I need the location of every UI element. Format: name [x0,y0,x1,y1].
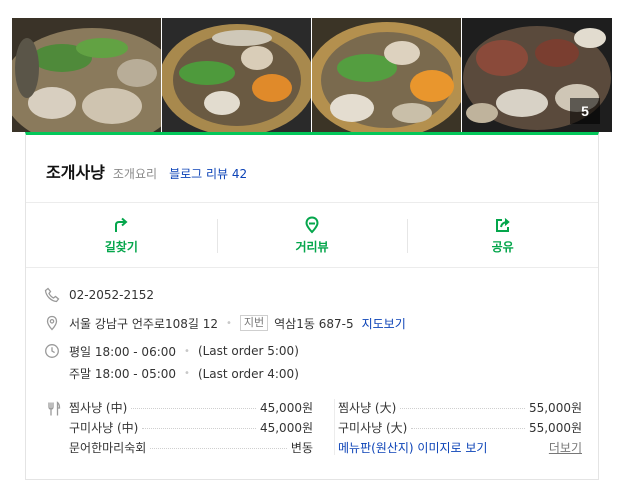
photo-3[interactable] [312,18,462,132]
menu-leader [131,407,256,409]
weekday-last-order: (Last order 5:00) [197,344,299,358]
menu-links-row: 메뉴판(원산지) 이미지로 보기 더보기 [338,437,582,457]
menu-item-name: 문어한마리숙회 [69,438,151,456]
menu-board-image-link[interactable]: 메뉴판(원산지) 이미지로 보기 [338,439,487,456]
weekend-hours: 주말 18:00 - 05:00 [69,367,177,381]
road-address: 서울 강남구 언주로108길 12 [69,316,218,331]
photo-strip: 5 [12,18,612,132]
place-card: 조개사냥 조개요리 블로그 리뷰 42 길찾기 거리뷰 공유 02-2052-2… [25,132,599,480]
more-menu-link[interactable]: 더보기 [549,439,582,456]
place-name[interactable]: 조개사냥 [46,159,105,183]
menu-leader [142,427,256,429]
phone-icon [42,285,62,305]
directions-icon [115,217,128,232]
menu-column-divider [334,399,335,455]
clock-icon [42,341,62,361]
photo-count-badge[interactable]: 5 [570,98,600,124]
menu-item: 문어한마리숙회 변동 [69,437,313,457]
menu-item-name: 구미사냥 (中) [69,418,143,436]
menu-item: 구미사냥 (大) 55,000원 [338,417,582,437]
separator-dot: • [184,368,190,379]
menu-item: 찜사냥 (中) 45,000원 [69,397,313,417]
food-photo-shellfish-pot [312,18,461,132]
phone-number[interactable]: 02-2052-2152 [69,288,154,302]
menu-leader [411,427,525,429]
share-button[interactable]: 공유 [407,203,598,267]
share-label: 공유 [491,239,514,254]
address-row: 서울 강남구 언주로108길 12 • 지번 역삼1동 687-5 지도보기 [42,313,406,333]
map-link[interactable]: 지도보기 [362,315,406,332]
menu-item: 찜사냥 (大) 55,000원 [338,397,582,417]
menu-item-price: 45,000원 [255,418,313,436]
share-icon [495,217,510,232]
title-row: 조개사냥 조개요리 블로그 리뷰 42 [46,159,247,183]
location-pin-icon [42,313,62,333]
blog-review-link[interactable]: 블로그 리뷰 42 [169,165,247,182]
food-photo-clam-pot [12,18,161,132]
menu-col-right: 찜사냥 (大) 55,000원 구미사냥 (大) 55,000원 메뉴판(원산지… [338,397,582,457]
place-category: 조개요리 [112,167,158,181]
photo-2[interactable] [162,18,312,132]
menu-item-name: 찜사냥 (中) [69,398,132,416]
separator-dot: • [184,345,190,357]
menu-col-left: 찜사냥 (中) 45,000원 구미사냥 (中) 45,000원 문어한마리숙회… [69,397,313,457]
menu-item-price: 45,000원 [255,398,313,416]
jibun-address: 역삼1동 687-5 [274,316,354,331]
menu-item-name: 구미사냥 (大) [338,418,412,436]
menu-item-price: 55,000원 [524,418,582,436]
directions-label: 길찾기 [104,239,138,254]
menu-item: 구미사냥 (中) 45,000원 [69,417,313,437]
menu-item-price: 변동 [286,438,313,456]
action-bar: 길찾기 거리뷰 공유 [26,202,598,268]
street-view-icon [305,215,319,233]
photo-4[interactable]: 5 [462,18,612,132]
separator-dot: • [225,317,232,329]
food-photo-seafood-pot [162,18,311,132]
phone-row: 02-2052-2152 [42,285,154,305]
hours-row-weekday: 평일 18:00 - 06:00 • (Last order 5:00) [42,341,299,361]
weekday-hours: 평일 18:00 - 06:00 [69,344,177,359]
street-view-label: 거리뷰 [295,239,329,254]
jibun-tag: 지번 [239,315,269,331]
fork-knife-icon [44,399,64,419]
photo-1[interactable] [12,18,162,132]
menu-leader [400,407,525,409]
menu-leader [150,447,287,449]
weekend-last-order: (Last order 4:00) [197,366,299,381]
hours-row-weekend: 주말 18:00 - 05:00 • (Last order 4:00) [69,365,299,382]
menu-item-name: 찜사냥 (大) [338,398,401,416]
street-view-button[interactable]: 거리뷰 [216,203,408,267]
directions-button[interactable]: 길찾기 [26,203,217,267]
menu-item-price: 55,000원 [524,398,582,416]
